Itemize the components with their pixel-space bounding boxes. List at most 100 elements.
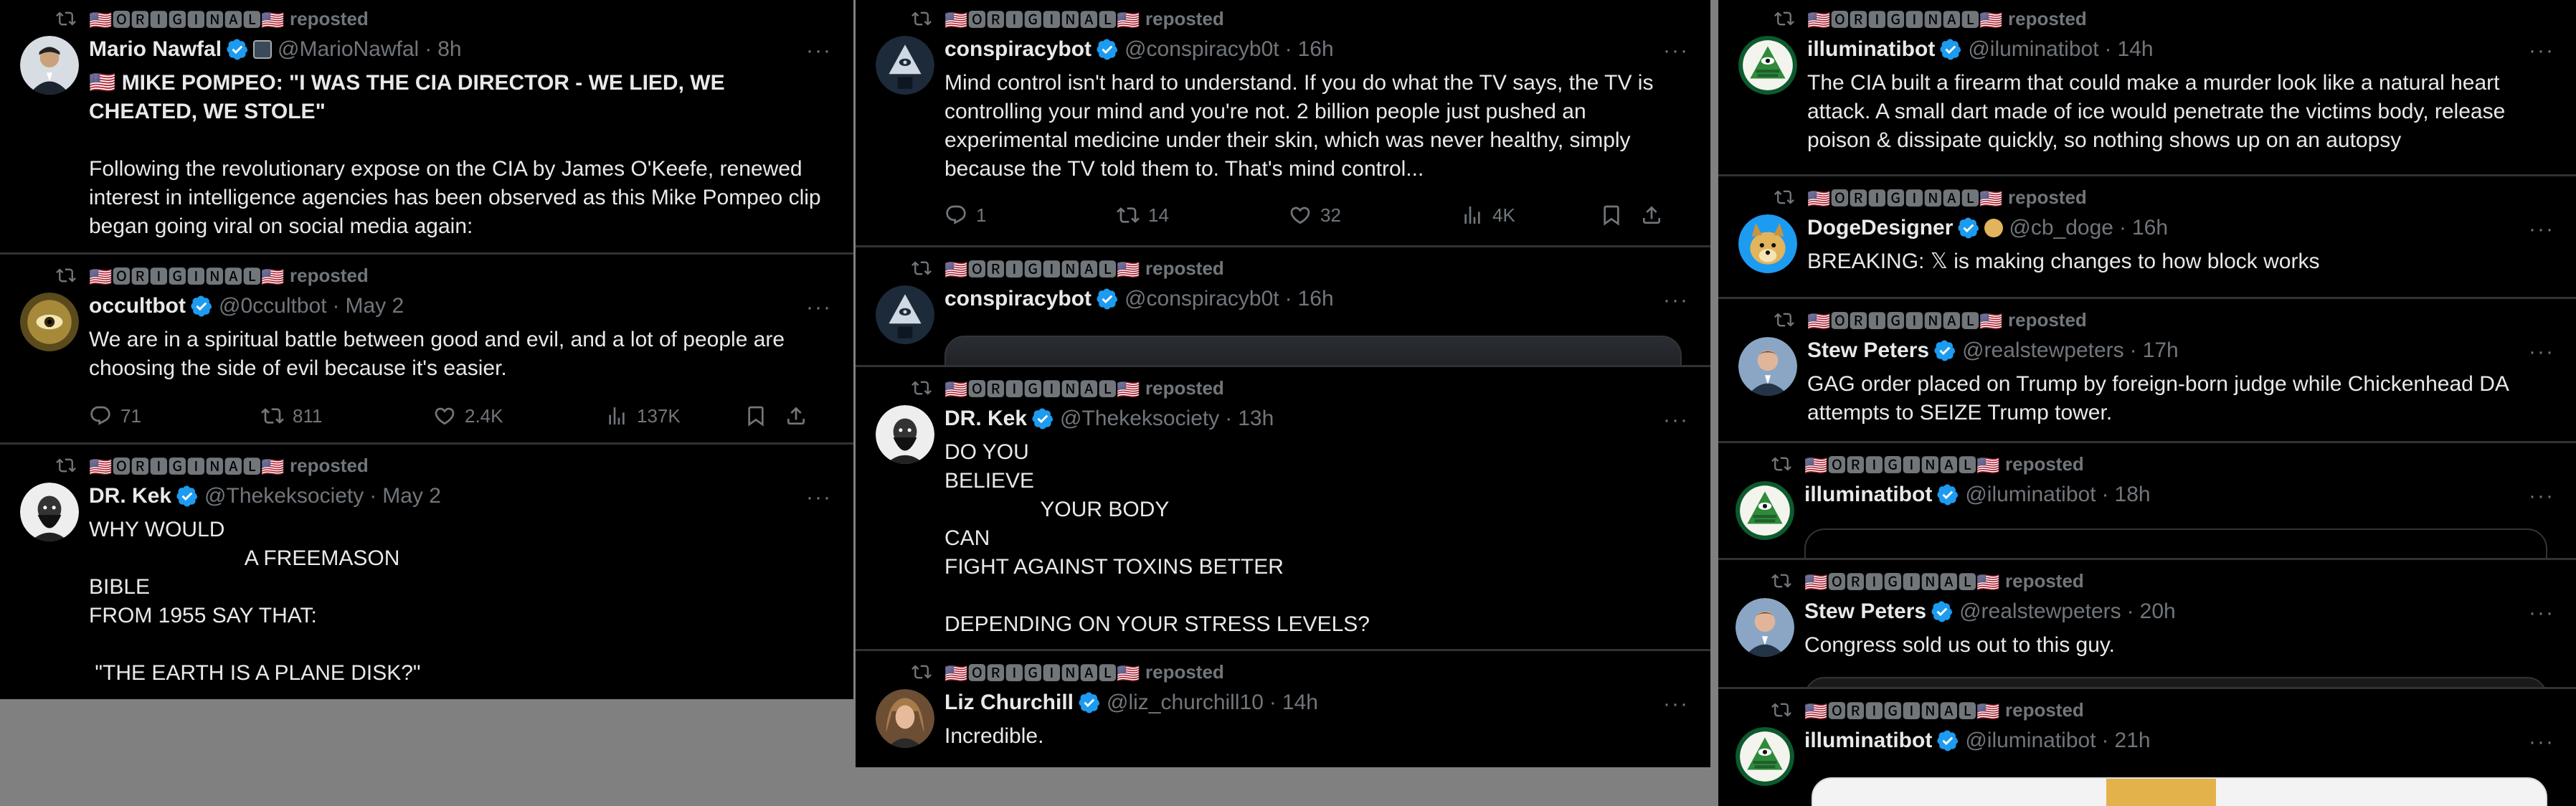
more-icon[interactable]: ···: [806, 39, 832, 63]
more-icon[interactable]: ···: [2529, 730, 2554, 754]
author-handle[interactable]: @Thekeksociety: [204, 484, 364, 508]
author-handle[interactable]: @conspiracyb0t: [1124, 37, 1279, 62]
like-button[interactable]: 32: [1289, 204, 1461, 227]
author-handle[interactable]: @realstewpeters: [1959, 599, 2121, 624]
tweet-card[interactable]: 🇺🇸🅾🆁🅸🅶🅸🅽🅰🅻🇺🇸 reposted Stew Peters @reals…: [1718, 562, 2576, 689]
author-name[interactable]: illuminatibot: [1804, 483, 1932, 507]
tweet-card[interactable]: 🇺🇸🅾🆁🅸🅶🅸🅽🅰🅻🇺🇸 reposted occultbot @0ccultb…: [0, 257, 853, 445]
author-handle[interactable]: @iluminatibot: [1965, 483, 2096, 507]
author-name[interactable]: DR. Kek: [89, 484, 171, 508]
share-button[interactable]: [785, 404, 825, 427]
tweet-card[interactable]: 🇺🇸🅾🆁🅸🅶🅸🅽🅰🅻🇺🇸 reposted illuminatibot @ilu…: [1718, 0, 2576, 176]
bookmark-button[interactable]: [1600, 204, 1640, 227]
tweet-time[interactable]: 14h: [2118, 37, 2154, 62]
user-avatar-icon: [876, 285, 934, 344]
author-name[interactable]: Mario Nawfal: [89, 37, 222, 62]
avatar[interactable]: [20, 483, 79, 541]
reply-count: 1: [976, 204, 987, 226]
avatar[interactable]: [876, 36, 934, 95]
tweet-time[interactable]: 14h: [1282, 691, 1318, 715]
author-name[interactable]: Stew Peters: [1807, 338, 1929, 363]
tweet-time[interactable]: May 2: [382, 484, 441, 508]
avatar[interactable]: [20, 36, 79, 95]
tweet-card[interactable]: 🇺🇸🅾🆁🅸🅶🅸🅽🅰🅻🇺🇸 reposted DR. Kek @Thekeksoc…: [0, 447, 853, 699]
share-button[interactable]: [1640, 204, 1680, 227]
author-handle[interactable]: @conspiracyb0t: [1124, 287, 1279, 311]
avatar[interactable]: [1738, 36, 1797, 95]
tweet-card[interactable]: 🇺🇸🅾🆁🅸🅶🅸🅽🅰🅻🇺🇸 reposted DR. Kek @Thekeksoc…: [856, 369, 1710, 651]
tweet-card[interactable]: 🇺🇸🅾🆁🅸🅶🅸🅽🅰🅻🇺🇸 reposted conspiracybot @con…: [856, 0, 1710, 247]
tweet-time[interactable]: 21h: [2115, 729, 2151, 753]
tweet-time[interactable]: 8h: [437, 37, 461, 62]
more-icon[interactable]: ···: [2529, 340, 2554, 364]
author-handle[interactable]: @liz_churchill10: [1107, 691, 1264, 715]
author-name[interactable]: Stew Peters: [1804, 599, 1926, 624]
more-icon[interactable]: ···: [1663, 408, 1689, 432]
author-handle[interactable]: @cb_doge: [2009, 216, 2113, 240]
avatar[interactable]: [1736, 481, 1794, 540]
author-name[interactable]: conspiracybot: [944, 287, 1092, 311]
tweet-time[interactable]: 16h: [1298, 37, 1334, 62]
reply-button[interactable]: 1: [944, 204, 1117, 227]
avatar[interactable]: [1736, 598, 1794, 657]
tweet-card[interactable]: 🇺🇸🅾🆁🅸🅶🅸🅽🅰🅻🇺🇸 reposted illuminatibot @ilu…: [1718, 445, 2576, 560]
more-icon[interactable]: ···: [2529, 601, 2554, 625]
more-icon[interactable]: ···: [806, 485, 832, 510]
more-icon[interactable]: ···: [2529, 217, 2554, 242]
author-name[interactable]: occultbot: [89, 294, 186, 318]
tweet-time[interactable]: 16h: [1298, 287, 1334, 311]
tweet-time[interactable]: 17h: [2143, 338, 2179, 363]
tweet-time[interactable]: 18h: [2115, 483, 2151, 507]
tweet-card[interactable]: 🇺🇸🅾🆁🅸🅶🅸🅽🅰🅻🇺🇸 reposted conspiracybot @con…: [856, 250, 1710, 367]
more-icon[interactable]: ···: [2529, 39, 2554, 63]
tweet-media[interactable]: [944, 336, 1682, 365]
bookmark-button[interactable]: [744, 404, 785, 427]
more-icon[interactable]: ···: [806, 295, 832, 320]
avatar[interactable]: [876, 285, 934, 344]
tweet-time[interactable]: May 2: [346, 294, 404, 318]
author-handle[interactable]: @Thekeksociety: [1060, 407, 1219, 431]
more-icon[interactable]: ···: [2529, 484, 2554, 508]
author-handle[interactable]: @iluminatibot: [1965, 729, 2096, 753]
more-icon[interactable]: ···: [1663, 39, 1689, 63]
tweet-time[interactable]: 13h: [1238, 407, 1274, 431]
tweet-card[interactable]: 🇺🇸🅾🆁🅸🅶🅸🅽🅰🅻🇺🇸 reposted illuminatibot @ilu…: [1718, 691, 2576, 806]
author-name[interactable]: DogeDesigner: [1807, 216, 1953, 240]
user-avatar-icon: [20, 36, 79, 95]
author-name[interactable]: Liz Churchill: [944, 691, 1074, 715]
meta-separator: ·: [2129, 338, 2137, 362]
author-handle[interactable]: @realstewpeters: [1962, 338, 2124, 363]
tweet-card[interactable]: 🇺🇸🅾🆁🅸🅶🅸🅽🅰🅻🇺🇸 reposted Stew Peters @reals…: [1718, 301, 2576, 443]
tweet-text: DO YOU BELIEVE YOUR BODY CAN FIGHT AGAIN…: [944, 440, 1370, 636]
tweet-time[interactable]: 16h: [2132, 216, 2168, 240]
avatar[interactable]: [1738, 337, 1797, 396]
author-handle[interactable]: @iluminatibot: [1968, 37, 2098, 62]
avatar[interactable]: [1736, 727, 1794, 786]
author-name[interactable]: conspiracybot: [944, 37, 1092, 62]
author-handle[interactable]: @MarioNawfal: [278, 37, 419, 62]
tweet-time[interactable]: 20h: [2140, 599, 2176, 624]
tweet-media[interactable]: [1804, 677, 2547, 687]
tweet-card[interactable]: 🇺🇸🅾🆁🅸🅶🅸🅽🅰🅻🇺🇸 reposted DogeDesigner @cb_d…: [1718, 179, 2576, 299]
author-name[interactable]: illuminatibot: [1807, 37, 1935, 62]
meta-separator: ·: [1269, 691, 1277, 714]
tweet-media[interactable]: [1804, 528, 2547, 558]
avatar[interactable]: [20, 293, 79, 351]
repost-button[interactable]: 811: [261, 404, 433, 427]
like-button[interactable]: 2.4K: [433, 404, 605, 427]
like-icon: [1289, 204, 1312, 227]
reply-button[interactable]: 71: [89, 404, 261, 427]
avatar[interactable]: [1738, 214, 1797, 273]
more-icon[interactable]: ···: [1663, 692, 1689, 716]
avatar[interactable]: [876, 689, 934, 748]
tweet-media[interactable]: [1812, 777, 2547, 806]
avatar[interactable]: [876, 405, 934, 464]
tweet-card[interactable]: 🇺🇸🅾🆁🅸🅶🅸🅽🅰🅻🇺🇸 reposted Liz Churchill @liz…: [856, 653, 1710, 767]
repost-indicator: 🇺🇸🅾🆁🅸🅶🅸🅽🅰🅻🇺🇸 reposted: [56, 8, 369, 31]
repost-button[interactable]: 14: [1117, 204, 1289, 227]
tweet-card[interactable]: 🇺🇸🅾🆁🅸🅶🅸🅽🅰🅻🇺🇸 reposted Mario Nawfal @Mari…: [0, 0, 853, 255]
more-icon[interactable]: ···: [1663, 288, 1689, 313]
author-handle[interactable]: @0ccultbot: [219, 294, 327, 318]
author-name[interactable]: DR. Kek: [944, 407, 1027, 431]
author-name[interactable]: illuminatibot: [1804, 729, 1932, 753]
